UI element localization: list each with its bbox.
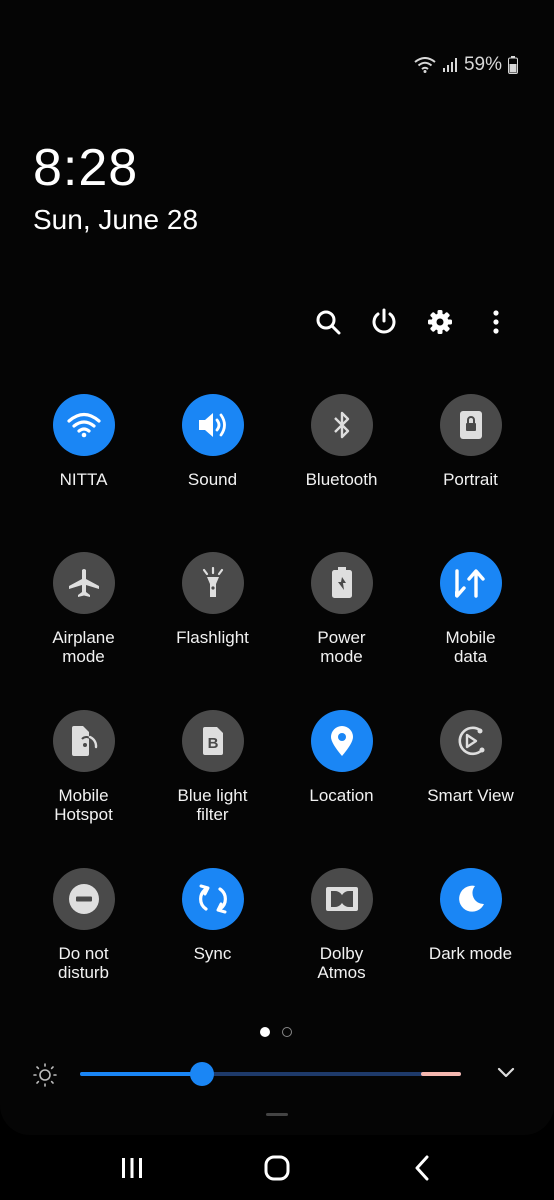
brightness-slider[interactable]	[80, 1062, 461, 1086]
do-not-disturb-icon	[68, 884, 99, 914]
power-button[interactable]	[356, 305, 412, 339]
tile-label: Bluetooth	[305, 470, 378, 489]
settings-icon	[428, 310, 452, 334]
tile-label: Dark mode	[428, 944, 513, 963]
tile-sound[interactable]: Sound	[148, 394, 277, 552]
brightness-thumb[interactable]	[189, 1062, 214, 1086]
tile-label: Sound	[187, 470, 238, 489]
clock-date: Sun, June 28	[33, 204, 199, 235]
recents-icon	[122, 1157, 143, 1178]
panel-drag-handle[interactable]	[266, 1113, 288, 1116]
home-icon	[264, 1155, 290, 1180]
tile-power-mode[interactable]: Power mode	[277, 552, 406, 710]
more-icon	[493, 310, 499, 334]
tile-sync[interactable]: Sync	[148, 868, 277, 1026]
tile-flashlight[interactable]: Flashlight	[148, 552, 277, 710]
flashlight-icon	[202, 567, 223, 597]
status-bar: 59%	[414, 54, 518, 76]
back-icon	[415, 1155, 429, 1180]
navigation-bar	[0, 1135, 554, 1200]
tile-blue-light-filter[interactable]: B Blue light filter	[148, 710, 277, 868]
hotspot-icon	[71, 726, 97, 756]
signal-icon	[442, 57, 458, 73]
home-button[interactable]	[247, 1143, 307, 1193]
chevron-down-icon[interactable]	[496, 1062, 516, 1082]
tile-label: Dolby Atmos	[317, 944, 366, 982]
smart-view-icon	[458, 726, 484, 756]
dark-mode-icon	[458, 885, 484, 912]
dolby-icon	[325, 887, 358, 911]
wifi-icon	[66, 412, 101, 438]
page-indicator	[260, 1027, 292, 1037]
tile-label: Flashlight	[176, 628, 249, 647]
svg-text:B: B	[207, 735, 218, 752]
brightness-fill	[80, 1072, 202, 1076]
quick-settings-grid: NITTA Sound Bluetooth Portrait Airplane …	[19, 394, 535, 1026]
tile-dark-mode[interactable]: Dark mode	[406, 868, 535, 1026]
tile-smart-view[interactable]: Smart View	[406, 710, 535, 868]
tile-label: NITTA	[59, 470, 108, 489]
quick-panel-toolbar	[300, 305, 524, 339]
tile-label: Airplane mode	[52, 628, 115, 666]
search-button[interactable]	[300, 305, 356, 339]
tile-bluetooth[interactable]: Bluetooth	[277, 394, 406, 552]
page-dot-current[interactable]	[260, 1027, 270, 1037]
mobile-data-icon	[454, 569, 485, 598]
brightness-high-zone	[421, 1072, 461, 1076]
power-mode-icon	[331, 567, 352, 598]
tile-location[interactable]: Location	[277, 710, 406, 868]
tile-label: Power mode	[317, 628, 366, 666]
tile-mobile-hotspot[interactable]: Mobile Hotspot	[19, 710, 148, 868]
settings-button[interactable]	[412, 305, 468, 339]
tile-label: Mobile Hotspot	[54, 786, 113, 824]
blue-light-icon: B	[202, 727, 223, 755]
tile-label: Location	[309, 786, 374, 805]
tile-mobile-data[interactable]: Mobile data	[406, 552, 535, 710]
tile-wifi[interactable]: NITTA	[19, 394, 148, 552]
tile-do-not-disturb[interactable]: Do not disturb	[19, 868, 148, 1026]
tile-label: Portrait	[443, 470, 498, 489]
brightness-icon	[33, 1063, 57, 1087]
more-options-button[interactable]	[468, 305, 524, 339]
sound-icon	[198, 413, 226, 437]
recents-button[interactable]	[102, 1143, 162, 1193]
wifi-icon	[414, 57, 436, 73]
clock-time[interactable]: 8:28	[33, 138, 138, 198]
airplane-icon	[68, 569, 99, 597]
back-button[interactable]	[392, 1143, 452, 1193]
portrait-lock-icon	[459, 411, 482, 439]
location-icon	[330, 726, 353, 756]
tile-label: Mobile data	[445, 628, 496, 666]
quick-panel: 59% 8:28 Sun, June 28 NITTA Sound Blueto…	[0, 0, 554, 1135]
page-dot[interactable]	[282, 1027, 292, 1037]
battery-percent: 59%	[463, 54, 502, 75]
tile-label: Sync	[193, 944, 232, 963]
brightness-control	[30, 1060, 524, 1088]
tile-airplane-mode[interactable]: Airplane mode	[19, 552, 148, 710]
battery-icon	[508, 56, 518, 74]
tile-portrait[interactable]: Portrait	[406, 394, 535, 552]
tile-dolby-atmos[interactable]: Dolby Atmos	[277, 868, 406, 1026]
power-icon	[372, 308, 396, 334]
sync-icon	[198, 884, 227, 914]
bluetooth-icon	[333, 411, 349, 439]
tile-label: Smart View	[427, 786, 514, 805]
tile-label: Do not disturb	[57, 944, 110, 982]
search-icon	[316, 310, 341, 335]
tile-label: Blue light filter	[177, 786, 248, 824]
